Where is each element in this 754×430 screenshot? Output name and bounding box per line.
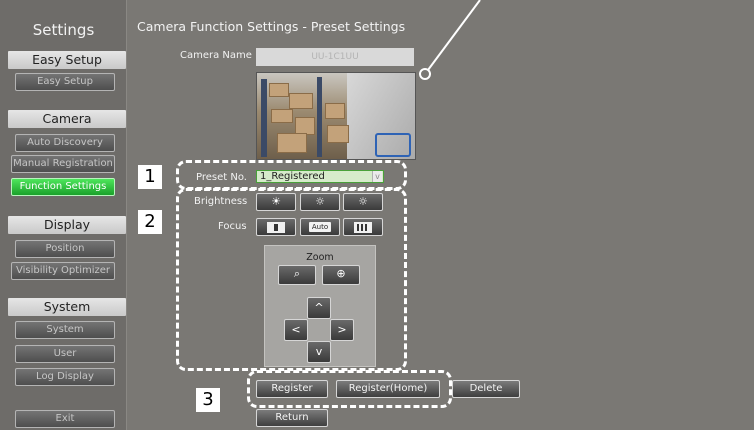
preview-box xyxy=(271,109,293,123)
preview-shelf xyxy=(261,79,267,157)
sidebar-item-easy-setup[interactable]: Easy Setup xyxy=(15,73,115,91)
callout-3: 3 xyxy=(196,388,220,412)
sidebar-item-log-display[interactable]: Log Display xyxy=(15,368,115,386)
preview-shelf xyxy=(317,77,322,157)
sidebar-item-position[interactable]: Position xyxy=(15,240,115,258)
preview-box xyxy=(277,133,307,153)
exit-button[interactable]: Exit xyxy=(15,410,115,428)
sidebar-item-function-settings[interactable]: Function Settings xyxy=(11,178,115,196)
sidebar-category-camera: Camera xyxy=(8,110,126,128)
camera-preview-image xyxy=(256,72,416,160)
preview-box xyxy=(269,83,289,97)
preview-box xyxy=(325,103,345,119)
sidebar-category-display: Display xyxy=(8,216,126,234)
sidebar-category-system: System xyxy=(8,298,126,316)
sidebar-item-system[interactable]: System xyxy=(15,321,115,339)
highlight-controls xyxy=(176,188,407,371)
callout-2: 2 xyxy=(138,210,162,234)
highlight-register xyxy=(247,370,452,408)
preview-cart xyxy=(375,133,411,157)
camera-name-field: UU-1C1UU xyxy=(256,48,414,66)
sidebar: Settings Easy Setup Easy Setup Camera Au… xyxy=(0,0,127,430)
highlight-preset xyxy=(176,160,407,190)
sidebar-item-manual-registration[interactable]: Manual Registration xyxy=(11,155,115,173)
delete-button[interactable]: Delete xyxy=(452,380,520,398)
preview-box xyxy=(327,125,349,143)
preview-box xyxy=(289,93,313,109)
page-title: Camera Function Settings - Preset Settin… xyxy=(137,19,406,34)
callout-1: 1 xyxy=(138,165,162,189)
camera-name-label: Camera Name xyxy=(180,50,252,61)
sidebar-item-auto-discovery[interactable]: Auto Discovery xyxy=(15,134,115,152)
return-button[interactable]: Return xyxy=(256,409,328,427)
sidebar-item-visibility-optimizer[interactable]: Visibility Optimizer xyxy=(11,262,115,280)
sidebar-title: Settings xyxy=(32,21,95,39)
app-screen: Settings Easy Setup Easy Setup Camera Au… xyxy=(0,0,754,430)
sidebar-category-easy-setup: Easy Setup xyxy=(8,51,126,69)
sidebar-item-user[interactable]: User xyxy=(15,345,115,363)
